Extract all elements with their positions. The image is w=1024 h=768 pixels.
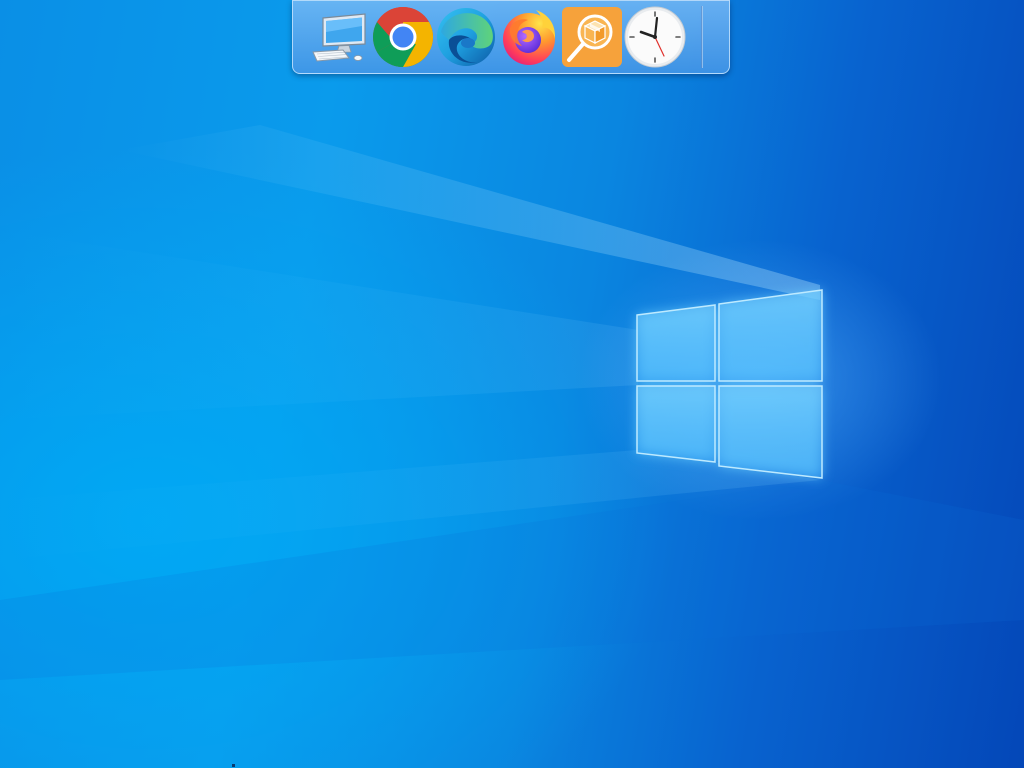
package-explorer-launcher[interactable] xyxy=(561,6,623,68)
computer-monitor-icon xyxy=(312,13,366,62)
dock-separator xyxy=(701,6,703,68)
firefox-launcher[interactable] xyxy=(498,6,560,68)
chrome-icon xyxy=(372,6,434,68)
this-pc-launcher[interactable] xyxy=(309,6,371,68)
package-magnifier-icon xyxy=(562,7,622,67)
clock-launcher[interactable] xyxy=(624,6,686,68)
clock-icon xyxy=(624,6,686,68)
firefox-icon xyxy=(503,10,556,65)
edge-launcher[interactable] xyxy=(435,6,497,68)
app-dock xyxy=(292,0,730,74)
windows-logo xyxy=(636,289,823,479)
chrome-launcher[interactable] xyxy=(372,6,434,68)
desktop[interactable] xyxy=(0,0,1024,768)
mouse-cursor xyxy=(232,764,235,767)
edge-icon xyxy=(437,8,495,66)
